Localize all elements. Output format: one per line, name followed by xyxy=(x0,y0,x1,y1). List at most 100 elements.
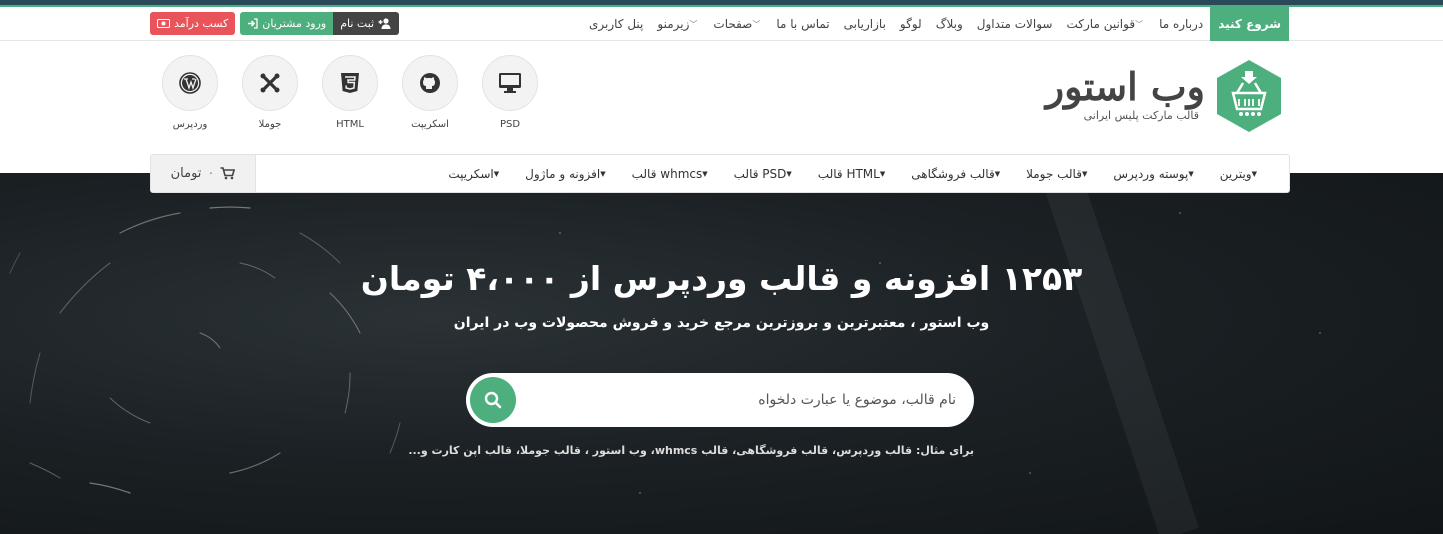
category-label: جوملا xyxy=(258,119,282,130)
auth-buttons: کسب درآمد ورود مشتریان ثبت نام xyxy=(150,12,400,35)
shopping-cart-icon xyxy=(220,167,236,180)
menu-item-label: ویترین xyxy=(1219,166,1252,181)
caret-down-icon: ▼ xyxy=(1188,169,1194,178)
chevron-down-icon: ﹀ xyxy=(689,19,698,29)
menu-item-wordpress-themes[interactable]: پوسته وردپرس ▼ xyxy=(1103,167,1209,181)
search-icon xyxy=(484,391,502,409)
basket-logo-icon xyxy=(1217,60,1281,132)
menu-item-showcase[interactable]: ویترین ▼ xyxy=(1210,167,1273,181)
top-nav-links: شروع کنید درباره ما قوانین مارکت ﹀ سوالات… xyxy=(582,7,1289,41)
category-label: HTML xyxy=(336,119,364,130)
top-navbar: شروع کنید درباره ما قوانین مارکت ﹀ سوالات… xyxy=(0,7,1443,41)
nav-link-marketing[interactable]: بازاریابی xyxy=(837,17,893,31)
money-icon xyxy=(157,19,170,28)
caret-down-icon: ▼ xyxy=(786,169,792,178)
menu-item-label: قالب جوملا xyxy=(1026,166,1082,181)
menu-item-joomla-templates[interactable]: قالب جوملا ▼ xyxy=(1016,167,1103,181)
search-examples: برای مثال: قالب وردپرس، قالب فروشگاهی، ق… xyxy=(408,444,974,457)
nav-link-submenu[interactable]: زیرمنو ﹀ xyxy=(650,17,706,31)
menu-item-whmcs-templates[interactable]: قالب whmcs ▼ xyxy=(622,167,724,181)
nav-link-label: صفحات xyxy=(713,17,753,31)
nav-link-label: وبلاگ xyxy=(935,17,963,31)
cart-total: ۰ xyxy=(207,166,215,181)
menu-item-html-templates[interactable]: قالب HTML ▼ xyxy=(808,167,901,181)
nav-link-market-rules[interactable]: قوانین مارکت ﹀ xyxy=(1060,17,1153,31)
category-html[interactable]: HTML xyxy=(321,55,379,130)
caret-down-icon: ▼ xyxy=(702,169,708,178)
get-started-button[interactable]: شروع کنید xyxy=(1210,7,1289,41)
category-circle xyxy=(482,55,538,111)
menu-item-label: پوسته وردپرس xyxy=(1113,166,1189,181)
chevron-down-icon: ﹀ xyxy=(752,19,761,29)
monitor-icon xyxy=(499,73,521,93)
joomla-icon xyxy=(260,73,280,93)
category-label: اسکریپت xyxy=(411,119,449,130)
nav-link-label: تماس با ما xyxy=(776,17,830,31)
earn-money-button[interactable]: کسب درآمد xyxy=(150,12,236,35)
customer-login-button[interactable]: ورود مشتریان xyxy=(240,12,334,35)
nav-link-blog[interactable]: وبلاگ xyxy=(929,17,970,31)
nav-link-logo[interactable]: لوگو xyxy=(893,17,929,31)
user-plus-icon xyxy=(378,18,391,29)
star-trails-background xyxy=(9,173,1321,534)
search-button[interactable] xyxy=(470,377,516,423)
category-joomla[interactable]: جوملا xyxy=(241,55,299,130)
customer-login-label: ورود مشتریان xyxy=(262,17,327,30)
caret-down-icon: ▼ xyxy=(600,169,606,178)
category-label: PSD xyxy=(499,119,521,130)
menu-item-label: قالب فروشگاهی xyxy=(911,166,995,181)
search-input[interactable] xyxy=(526,373,956,427)
nav-link-label: لوگو xyxy=(899,17,922,31)
category-circle xyxy=(242,55,298,111)
caret-down-icon: ▼ xyxy=(879,169,886,178)
menu-item-plugins-modules[interactable]: افزونه و ماژول ▼ xyxy=(515,167,621,181)
menu-item-label: اسکریپت xyxy=(448,166,494,181)
caret-down-icon: ▼ xyxy=(994,169,1001,178)
menu-item-label: قالب HTML xyxy=(817,166,880,181)
cart-currency: تومان xyxy=(170,166,202,181)
nav-link-about[interactable]: درباره ما xyxy=(1152,17,1210,31)
site-logo[interactable]: وب استور قالب مارکت پلیس ایرانی xyxy=(1046,59,1283,133)
nav-link-pages[interactable]: صفحات ﹀ xyxy=(706,17,769,31)
hero-section: ۱۲۵۳ افزونه و قالب وردپرس از ۴،۰۰۰ تومان… xyxy=(0,173,1443,534)
category-script[interactable]: اسکریپت xyxy=(401,55,459,130)
github-icon xyxy=(420,73,440,93)
nav-link-label: قوانین مارکت xyxy=(1066,17,1136,31)
hero-title: ۱۲۵۳ افزونه و قالب وردپرس از ۴،۰۰۰ تومان xyxy=(360,259,1083,298)
nav-link-label: بازاریابی xyxy=(843,17,886,31)
logo-title: وب استور xyxy=(1045,64,1205,109)
earn-money-label: کسب درآمد xyxy=(174,17,229,30)
category-circle xyxy=(162,55,218,111)
nav-link-label: زیرمنو xyxy=(657,17,690,31)
category-psd[interactable]: PSD xyxy=(481,55,539,130)
chevron-down-icon: ﹀ xyxy=(1135,19,1144,29)
category-label: وردپرس xyxy=(172,119,208,130)
menu-item-label: افزونه و ماژول xyxy=(525,166,601,181)
nav-link-label: پنل کاربری xyxy=(588,17,644,31)
category-circle xyxy=(322,55,378,111)
search-box xyxy=(466,373,974,427)
hero-subtitle: وب استور ، معتبرترین و بروزترین مرجع خری… xyxy=(453,315,990,331)
menu-item-label: قالب whmcs xyxy=(631,166,703,181)
nav-link-label: درباره ما xyxy=(1159,17,1204,31)
signup-label: ثبت نام xyxy=(340,17,375,30)
caret-down-icon: ▼ xyxy=(493,169,500,178)
wordpress-icon xyxy=(179,72,201,94)
menu-item-shop-templates[interactable]: قالب فروشگاهی ▼ xyxy=(901,167,1016,181)
main-menu-items: ویترین ▼ پوسته وردپرس ▼ قالب جوملا ▼ قالب ف… xyxy=(438,155,1273,192)
signup-button[interactable]: ثبت نام xyxy=(333,12,400,35)
cart-button[interactable]: تومان ۰ xyxy=(151,155,256,192)
menu-item-psd-templates[interactable]: قالب PSD ▼ xyxy=(724,167,808,181)
menu-item-label: قالب PSD xyxy=(733,166,787,181)
nav-link-user-panel[interactable]: پنل کاربری xyxy=(582,17,650,31)
logo-subtitle: قالب مارکت پلیس ایرانی xyxy=(1083,109,1199,122)
sign-in-icon xyxy=(248,18,258,29)
nav-link-contact[interactable]: تماس با ما xyxy=(769,17,836,31)
html5-icon xyxy=(341,73,359,93)
category-wordpress[interactable]: وردپرس xyxy=(161,55,219,130)
menu-item-scripts[interactable]: اسکریپت ▼ xyxy=(438,167,515,181)
nav-link-faq[interactable]: سوالات متداول xyxy=(970,17,1060,31)
category-circle xyxy=(402,55,458,111)
caret-down-icon: ▼ xyxy=(1081,169,1088,178)
nav-link-label: سوالات متداول xyxy=(976,17,1053,31)
